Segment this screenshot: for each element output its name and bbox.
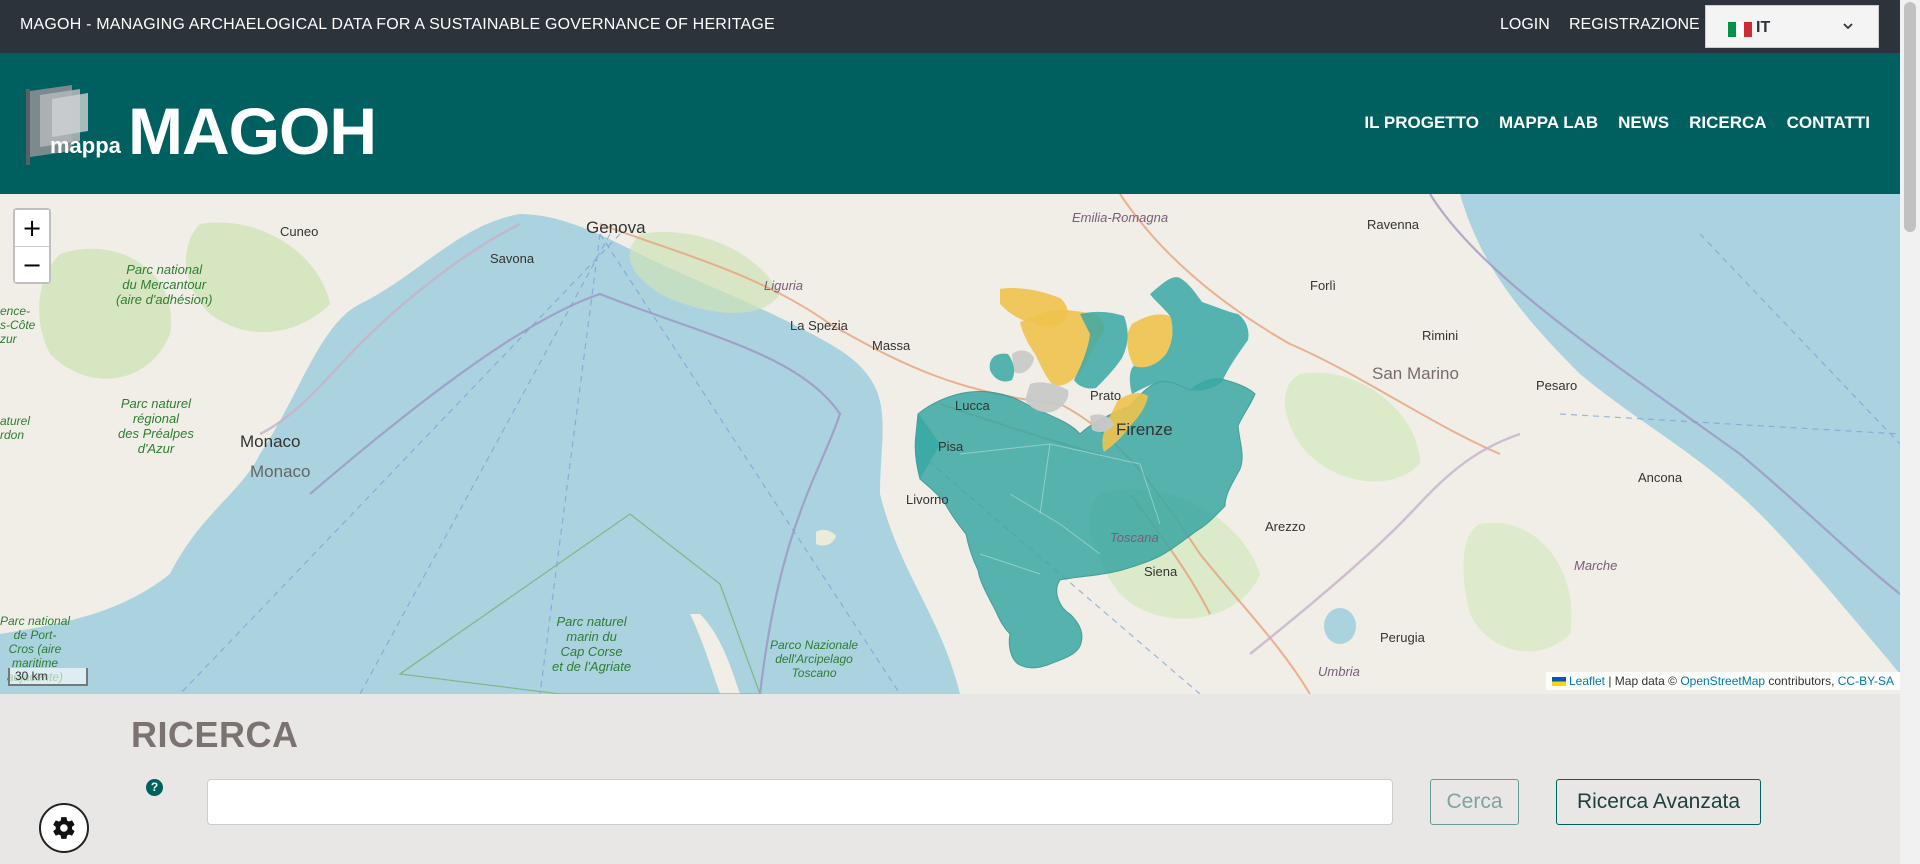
map-label-firenze: Firenze <box>1116 420 1173 439</box>
nav-il-progetto[interactable]: IL PROGETTO <box>1364 113 1479 133</box>
map-label-monaco-1: Monaco <box>240 432 301 451</box>
map-label-prato: Prato <box>1090 388 1122 403</box>
map-label-monaco-2: Monaco <box>250 462 311 481</box>
gear-icon <box>53 817 75 839</box>
language-selected: IT <box>1756 19 1771 36</box>
map-label-siena: Siena <box>1144 564 1178 579</box>
help-icon[interactable]: ? <box>146 779 163 796</box>
map-label-parc-mercantour: Parc national du Mercantour (aire d'adhé… <box>116 262 213 307</box>
page-scrollbar[interactable] <box>1900 0 1920 864</box>
register-link[interactable]: REGISTRAZIONE <box>1569 16 1700 34</box>
attribution-sep: | Map data © <box>1605 674 1681 688</box>
map-scale: 30 km <box>8 668 88 686</box>
osm-link[interactable]: OpenStreetMap <box>1680 674 1765 688</box>
search-title: RICERCA <box>131 714 299 755</box>
map-label-cote: ence- s-Côte zur <box>0 304 36 346</box>
license-link[interactable]: CC-BY-SA <box>1838 674 1894 688</box>
main-nav: IL PROGETTO MAPPA LAB NEWS RICERCA CONTA… <box>1364 113 1870 133</box>
search-input[interactable] <box>207 779 1393 825</box>
land-elba <box>816 529 836 546</box>
map-label-parc-prealpes: Parc naturel régional des Préalpes d'Azu… <box>118 396 194 456</box>
nav-news[interactable]: NEWS <box>1618 113 1669 133</box>
map-label-parco-arcipelago: Parco Nazionale dell'Arcipelago Toscano <box>770 638 859 680</box>
map-label-livorno: Livorno <box>906 492 949 507</box>
site-header: mappa MAGOH IL PROGETTO MAPPA LAB NEWS R… <box>0 53 1900 194</box>
map-label-forli: Forlì <box>1310 278 1336 293</box>
map[interactable]: Genova Cuneo Savona Monaco Monaco La Spe… <box>0 194 1900 694</box>
map-label-san-marino: San Marino <box>1372 364 1459 383</box>
land-corsica <box>690 614 740 694</box>
map-label-perugia: Perugia <box>1380 630 1425 645</box>
map-label-liguria: Liguria <box>764 278 804 293</box>
zoom-out-button[interactable]: − <box>15 246 49 282</box>
settings-button[interactable] <box>39 803 89 853</box>
italy-flag-icon <box>1728 22 1752 37</box>
map-label-ancona: Ancona <box>1638 470 1683 485</box>
zoom-in-button[interactable]: + <box>15 210 49 246</box>
map-label-cuneo: Cuneo <box>280 224 319 239</box>
leaflet-link[interactable]: Leaflet <box>1569 674 1605 688</box>
site-name: MAGOH - MANAGING ARCHAELOGICAL DATA FOR … <box>20 16 775 33</box>
search-button[interactable]: Cerca <box>1430 779 1519 825</box>
zoom-control: + − <box>13 208 51 284</box>
login-link[interactable]: LOGIN <box>1500 16 1550 34</box>
map-label-pesaro: Pesaro <box>1536 378 1578 393</box>
nav-ricerca[interactable]: RICERCA <box>1689 113 1766 133</box>
map-label-ravenna: Ravenna <box>1367 217 1420 232</box>
map-label-genova: Genova <box>586 218 646 237</box>
scrollbar-thumb[interactable] <box>1904 2 1916 232</box>
advanced-search-button[interactable]: Ricerca Avanzata <box>1556 779 1761 825</box>
ukraine-flag-icon <box>1551 677 1566 687</box>
map-label-toscana: Toscana <box>1110 530 1159 545</box>
map-label-ordon: aturel rdon <box>0 414 31 442</box>
logo-subtitle: mappa <box>50 133 121 158</box>
map-label-lucca: Lucca <box>955 398 990 413</box>
map-label-pisa: Pisa <box>938 439 964 454</box>
map-label-savona: Savona <box>490 251 535 266</box>
map-label-arezzo: Arezzo <box>1265 519 1306 534</box>
map-label-parc-corse: Parc naturel marin du Cap Corse et de l'… <box>552 614 632 674</box>
attribution-contributors: contributors, <box>1765 674 1838 688</box>
map-label-umbria: Umbria <box>1318 664 1360 679</box>
nav-contatti[interactable]: CONTATTI <box>1787 113 1870 133</box>
map-label-rimini: Rimini <box>1422 328 1459 343</box>
top-bar: MAGOH - MANAGING ARCHAELOGICAL DATA FOR … <box>0 0 1900 53</box>
nav-mappa-lab[interactable]: MAPPA LAB <box>1499 113 1598 133</box>
logo-title: MAGOH <box>128 94 377 168</box>
language-select[interactable]: IT <box>1705 5 1879 48</box>
map-label-emilia-romagna: Emilia-Romagna <box>1072 210 1169 225</box>
map-label-marche: Marche <box>1574 558 1618 573</box>
map-label-la-spezia: La Spezia <box>790 318 848 333</box>
chevron-down-icon <box>1843 23 1853 30</box>
map-attribution: Leaflet | Map data © OpenStreetMap contr… <box>1545 672 1900 690</box>
map-label-massa: Massa <box>872 338 911 353</box>
